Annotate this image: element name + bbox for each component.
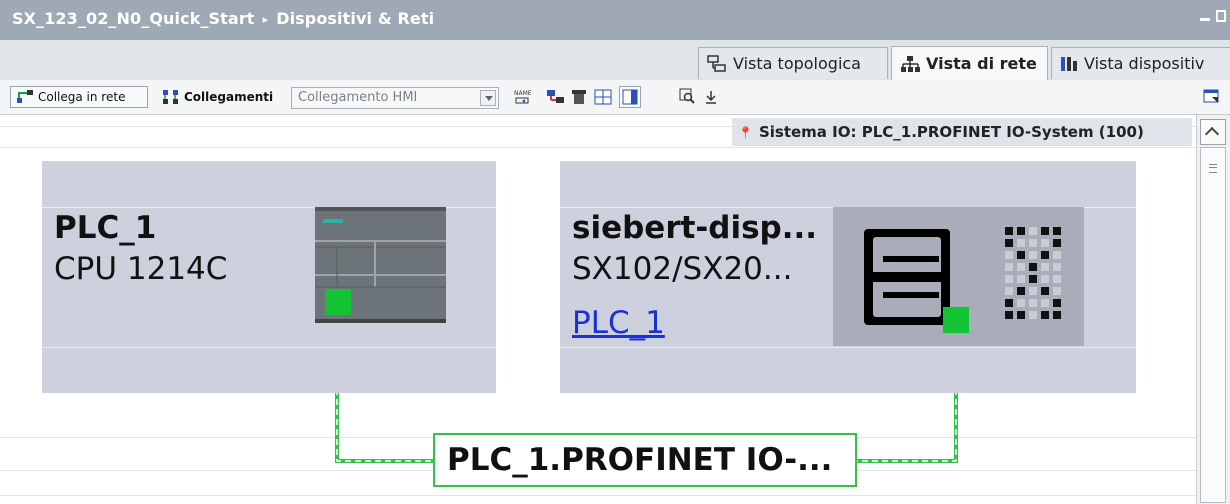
topology-view-icon <box>707 54 726 72</box>
assigned-controller-link[interactable]: PLC_1 <box>572 305 665 341</box>
table-view-icon <box>622 89 638 105</box>
scroll-up-icon[interactable] <box>1200 119 1226 145</box>
zoom-button[interactable] <box>679 86 697 108</box>
grid-button[interactable] <box>594 86 612 108</box>
pin-icon[interactable]: 📍 <box>738 126 753 140</box>
io-system-text: Sistema IO: PLC_1.PROFINET IO-System (10… <box>758 123 1144 141</box>
breadcrumb-separator: ▸ <box>262 13 269 26</box>
svg-text:NAME: NAME <box>514 90 532 97</box>
network-overview-button[interactable] <box>546 86 566 108</box>
device-plc-1[interactable]: PLC_1 CPU 1214C <box>42 161 496 393</box>
view-tabs-bar: Vista topologica Vista di rete Vista dis… <box>0 40 1230 81</box>
device-name: PLC_1 <box>54 210 157 246</box>
profinet-subnet-label[interactable]: PLC_1.PROFINET IO-... <box>433 433 857 487</box>
tab-device-label: Vista dispositiv <box>1084 54 1205 73</box>
tab-topology-view[interactable]: Vista topologica <box>698 47 888 79</box>
device-view-icon <box>1061 56 1077 71</box>
connection-type-select[interactable]: Collegamento HMI <box>291 87 499 109</box>
scroll-thumb[interactable] <box>1200 147 1226 503</box>
hardware-catalog-icon <box>1203 89 1219 103</box>
network-overview-icon <box>547 90 564 103</box>
minimize-icon[interactable] <box>1200 10 1210 21</box>
table-view-button[interactable] <box>619 86 641 108</box>
io-system-icon <box>572 90 586 104</box>
io-system-button[interactable] <box>570 86 588 108</box>
profinet-port[interactable] <box>943 307 969 333</box>
chevron-down-icon[interactable] <box>480 90 496 106</box>
hardware-catalog-button[interactable] <box>1203 86 1221 108</box>
collapse-button[interactable] <box>705 86 717 108</box>
connect-network-button[interactable]: Collega in rete <box>10 86 148 108</box>
device-type: SX102/SX20... <box>572 251 793 287</box>
network-view-icon <box>901 55 920 72</box>
io-system-label[interactable]: 📍 Sistema IO: PLC_1.PROFINET IO-System (1… <box>732 118 1192 146</box>
tab-topology-label: Vista topologica <box>733 54 861 73</box>
zoom-icon <box>679 88 695 104</box>
device-siebert-display[interactable]: siebert-disp... SX102/SX20... PLC_1 <box>560 161 1136 393</box>
grid-icon <box>594 89 612 105</box>
breadcrumb-project[interactable]: SX_123_02_N0_Quick_Start <box>12 9 255 28</box>
name-assignment-button[interactable]: NAME <box>513 86 535 108</box>
device-name: siebert-disp... <box>572 210 818 246</box>
vertical-scrollbar[interactable] <box>1196 115 1230 504</box>
connection-type-value: Collegamento HMI <box>298 90 418 105</box>
breadcrumb-section[interactable]: Dispositivi & Reti <box>276 9 434 28</box>
name-assignment-icon: NAME <box>514 90 532 104</box>
network-connect-icon <box>17 90 33 103</box>
profinet-port[interactable] <box>325 289 351 315</box>
connections-icon <box>163 90 178 104</box>
connections-label: Collegamenti <box>184 90 274 104</box>
tab-network-label: Vista di rete <box>926 54 1037 73</box>
title-bar: SX_123_02_N0_Quick_Start ▸ Dispositivi & R… <box>0 0 1230 40</box>
connections-button[interactable]: Collegamenti <box>162 86 287 108</box>
tab-network-view[interactable]: Vista di rete <box>891 46 1048 80</box>
connect-network-label: Collega in rete <box>38 90 126 104</box>
network-toolbar: Collega in rete Collegamenti NAME <box>0 80 1230 115</box>
tab-device-view[interactable]: Vista dispositiv <box>1051 47 1230 79</box>
device-type: CPU 1214C <box>54 251 228 287</box>
restore-icon[interactable] <box>1216 10 1226 22</box>
collapse-icon <box>706 91 716 104</box>
breadcrumb: SX_123_02_N0_Quick_Start ▸ Dispositivi & R… <box>12 9 434 28</box>
